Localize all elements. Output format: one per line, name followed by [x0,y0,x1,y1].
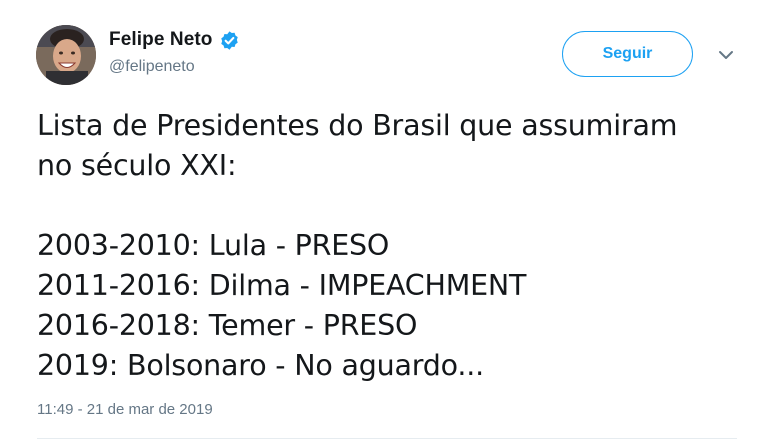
tweet-line: no século XXI: [37,149,237,182]
divider [37,438,737,439]
timestamp-link[interactable]: 11:49 - 21 de mar de 2019 [37,401,213,418]
tweet-line: 2016-2018: Temer - PRESO [37,309,418,342]
chevron-down-icon[interactable] [716,48,736,62]
tweet-line: 2003-2010: Lula - PRESO [37,229,390,262]
display-name[interactable]: Felipe Neto [109,29,213,51]
name-row: Felipe Neto [109,28,240,52]
avatar[interactable] [36,25,96,85]
tweet-line: Lista de Presidentes do Brasil que assum… [37,109,678,142]
handle[interactable]: @felipeneto [109,58,240,76]
tweet-text: Lista de Presidentes do Brasil que assum… [37,106,757,386]
verified-badge-icon [219,30,240,51]
tweet-line: 2011-2016: Dilma - IMPEACHMENT [37,269,527,302]
follow-button[interactable]: Seguir [562,31,693,77]
tweet-line: 2019: Bolsonaro - No aguardo... [37,349,484,382]
tweet-card: Felipe Neto @felipeneto Seguir Lista de … [0,0,776,441]
author-block[interactable]: Felipe Neto @felipeneto [109,28,240,76]
